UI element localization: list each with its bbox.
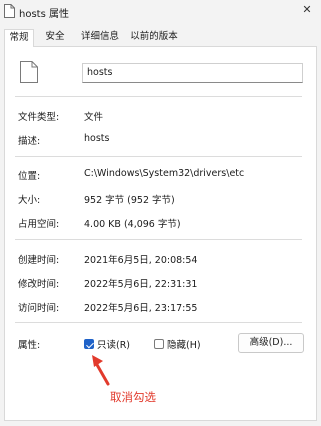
modified-label: 修改时间:	[18, 279, 60, 290]
readonly-label: 只读(R)	[97, 340, 131, 351]
tab-previous-versions[interactable]: 以前的版本	[126, 29, 182, 46]
divider	[15, 322, 302, 323]
divider	[15, 156, 302, 157]
readonly-checkbox[interactable]: 只读(R)	[84, 337, 130, 351]
hidden-check-icon[interactable]	[154, 339, 164, 349]
file-name-value: hosts	[87, 67, 113, 78]
annotation-arrow-icon	[92, 355, 110, 386]
file-name-field[interactable]: hosts	[82, 63, 303, 83]
tab-label: 详细信息	[80, 31, 119, 42]
size-on-disk-value: 4.00 KB (4,096 字节)	[84, 219, 181, 230]
annotation-text: 取消勾选	[110, 390, 156, 404]
location-value: C:\Windows\System32\drivers\etc	[84, 168, 245, 179]
tab-security[interactable]: 安全	[38, 29, 72, 46]
hidden-checkbox[interactable]: 隐藏(H)	[154, 337, 201, 351]
description-label: 描述:	[18, 136, 41, 147]
tab-general[interactable]: 常规	[4, 29, 34, 47]
created-label: 创建时间:	[18, 255, 60, 266]
size-value: 952 字节 (952 字节)	[84, 195, 175, 206]
attributes-label: 属性:	[18, 340, 41, 351]
tab-label: 以前的版本	[130, 31, 178, 42]
window-title: hosts 属性	[19, 9, 69, 20]
tab-strip: 常规 安全 详细信息 以前的版本	[0, 29, 321, 47]
accessed-label: 访问时间:	[18, 303, 60, 314]
description-value: hosts	[84, 133, 110, 144]
close-button[interactable]: ✕	[293, 0, 321, 22]
readonly-check-icon[interactable]	[84, 339, 94, 349]
tab-label: 安全	[45, 31, 65, 42]
title-bar: hosts 属性 ✕	[0, 0, 321, 24]
general-panel	[4, 46, 317, 421]
modified-value: 2022年5月6日, 22:31:31	[84, 279, 198, 290]
created-value: 2021年6月5日, 20:08:54	[84, 255, 198, 266]
divider	[15, 239, 302, 240]
file-type-value: 文件	[84, 112, 104, 123]
size-on-disk-label: 占用空间:	[18, 219, 60, 230]
file-type-label: 文件类型:	[18, 112, 60, 123]
accessed-value: 2022年5月6日, 23:17:55	[84, 303, 198, 314]
file-document-icon	[20, 61, 38, 83]
size-label: 大小:	[18, 195, 41, 206]
close-icon: ✕	[302, 3, 312, 16]
tab-label: 常规	[9, 32, 29, 43]
tab-details[interactable]: 详细信息	[76, 29, 124, 46]
location-label: 位置:	[18, 171, 41, 182]
divider	[15, 96, 302, 97]
document-icon	[4, 4, 15, 18]
hidden-label: 隐藏(H)	[167, 340, 201, 351]
advanced-button[interactable]: 高级(D)...	[238, 333, 304, 353]
advanced-button-label: 高级(D)...	[249, 337, 293, 348]
